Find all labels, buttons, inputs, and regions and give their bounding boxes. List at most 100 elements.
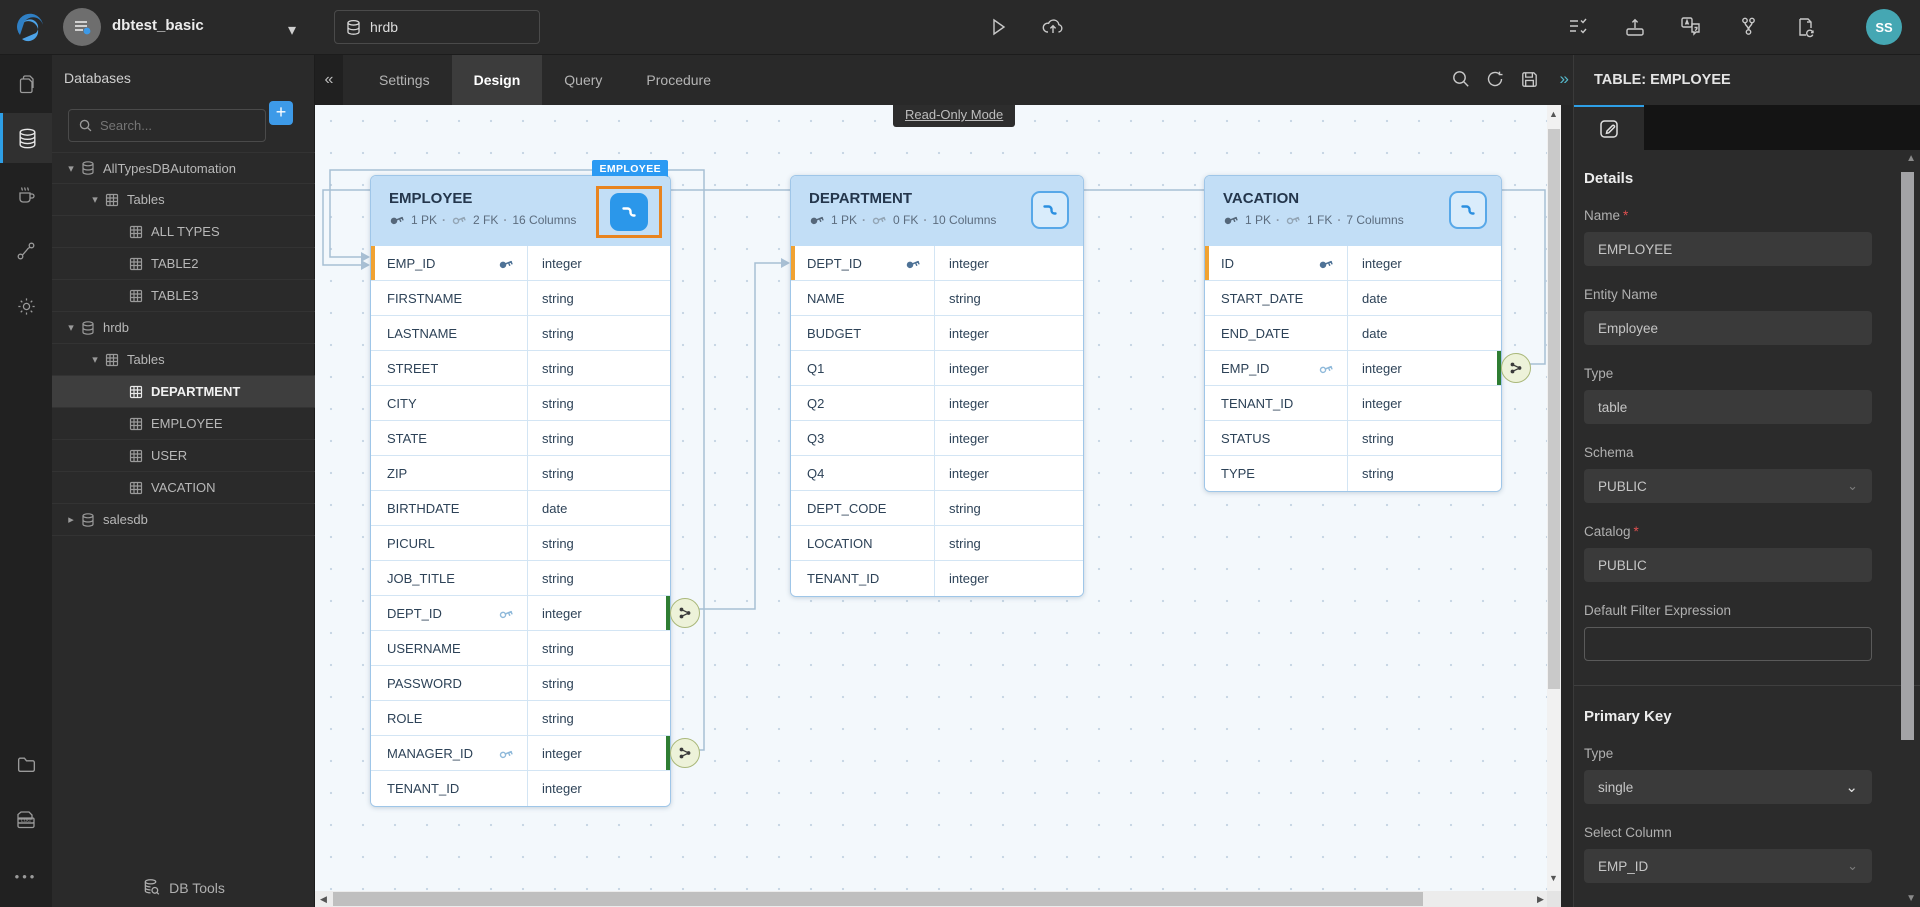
column-row-q2[interactable]: Q2 integer	[791, 386, 1083, 421]
column-row-birthdate[interactable]: BIRTHDATE date	[371, 491, 670, 526]
workspace-chevron-down-icon[interactable]: ▾	[288, 20, 296, 40]
name-field[interactable]	[1584, 232, 1872, 266]
cloud-upload-icon[interactable]	[1038, 12, 1068, 42]
rail-overflow-icon[interactable]: •••	[0, 851, 52, 901]
schema-select[interactable]: PUBLIC ⌄	[1584, 469, 1872, 503]
column-row-zip[interactable]: ZIP string	[371, 456, 670, 491]
column-row-tenant_id[interactable]: TENANT_ID integer	[371, 771, 670, 806]
rail-flows-icon[interactable]	[0, 226, 52, 276]
app-logo-icon[interactable]	[10, 9, 48, 47]
entity-name-field[interactable]	[1584, 311, 1872, 345]
tree-item-all-types[interactable]: ALL TYPES	[52, 216, 315, 248]
column-row-start_date[interactable]: START_DATE date	[1205, 281, 1501, 316]
tree-item-user[interactable]: USER	[52, 440, 315, 472]
entity-card-vacation[interactable]: VACATION 1 PK · 1 FK · 7 Columns ID inte…	[1204, 175, 1502, 492]
entity-card-department[interactable]: DEPARTMENT 1 PK · 0 FK · 10 Columns DEPT…	[790, 175, 1084, 597]
column-row-role[interactable]: ROLE string	[371, 701, 670, 736]
column-row-tenant_id[interactable]: TENANT_ID integer	[791, 561, 1083, 596]
task-list-icon[interactable]	[1563, 12, 1593, 42]
search-input[interactable]	[100, 118, 250, 133]
tree-expander-icon[interactable]: ▾	[86, 193, 104, 206]
pk-type-select[interactable]: single ⌄	[1584, 770, 1872, 804]
column-row-tenant_id[interactable]: TENANT_ID integer	[1205, 386, 1501, 421]
tree-item-salesdb[interactable]: ▸salesdb	[52, 504, 315, 536]
tree-expander-icon[interactable]: ▾	[86, 353, 104, 366]
relations-toggle-button[interactable]	[1449, 191, 1487, 229]
tree-expander-icon[interactable]: ▾	[62, 321, 80, 334]
column-row-dept_code[interactable]: DEPT_CODE string	[791, 491, 1083, 526]
rail-databases-icon[interactable]	[0, 113, 52, 163]
tab-procedure[interactable]: Procedure	[624, 55, 733, 105]
er-diagram-canvas[interactable]: Read-Only Mode EMPLOYEE EMPLOYEE 1 PK · …	[315, 105, 1561, 891]
column-row-status[interactable]: STATUS string	[1205, 421, 1501, 456]
filter-expression-field[interactable]	[1584, 627, 1872, 661]
workspace-name[interactable]: dbtest_basic	[112, 17, 204, 34]
column-row-q1[interactable]: Q1 integer	[791, 351, 1083, 386]
rail-settings-gear-icon[interactable]	[0, 281, 52, 331]
column-row-lastname[interactable]: LASTNAME string	[371, 316, 670, 351]
workspace-avatar[interactable]	[63, 8, 101, 46]
entity-header[interactable]: EMPLOYEE 1 PK · 2 FK · 16 Columns	[371, 176, 670, 246]
column-row-manager_id[interactable]: MANAGER_ID integer	[371, 736, 670, 771]
expand-panel-button[interactable]: »	[1560, 69, 1569, 89]
tree-item-tables[interactable]: ▾Tables	[52, 344, 315, 376]
column-row-job_title[interactable]: JOB_TITLE string	[371, 561, 670, 596]
inspector-scrollbar[interactable]	[1901, 162, 1914, 898]
rail-sql-console-icon[interactable]	[0, 170, 52, 220]
driver-upload-icon[interactable]	[1620, 12, 1650, 42]
relations-toggle-button[interactable]	[610, 193, 648, 231]
column-row-budget[interactable]: BUDGET integer	[791, 316, 1083, 351]
catalog-field[interactable]	[1584, 548, 1872, 582]
refresh-icon[interactable]	[1481, 65, 1509, 93]
connection-selector[interactable]: hrdb	[334, 10, 540, 44]
column-row-password[interactable]: PASSWORD string	[371, 666, 670, 701]
column-row-city[interactable]: CITY string	[371, 386, 670, 421]
column-row-firstname[interactable]: FIRSTNAME string	[371, 281, 670, 316]
column-row-emp_id[interactable]: EMP_ID integer	[1205, 351, 1501, 386]
add-connection-button[interactable]: +	[269, 101, 293, 125]
tree-item-hrdb[interactable]: ▾hrdb	[52, 312, 315, 344]
collapse-sidebar-button[interactable]: «	[315, 55, 343, 105]
tree-search-box[interactable]	[68, 109, 266, 142]
rail-log-icon[interactable]: LOG	[0, 795, 52, 845]
relation-connector-badge[interactable]	[670, 598, 700, 628]
column-row-username[interactable]: USERNAME string	[371, 631, 670, 666]
diagram-search-icon[interactable]	[1447, 65, 1475, 93]
column-row-emp_id[interactable]: EMP_ID integer	[371, 246, 670, 281]
inspector-scroll-thumb[interactable]	[1901, 172, 1914, 740]
share-nodes-icon[interactable]	[1733, 12, 1763, 42]
relation-connector-badge[interactable]	[670, 738, 700, 768]
entity-header[interactable]: DEPARTMENT 1 PK · 0 FK · 10 Columns	[791, 176, 1083, 246]
column-row-type[interactable]: TYPE string	[1205, 456, 1501, 491]
tree-item-table2[interactable]: TABLE2	[52, 248, 315, 280]
page-refresh-icon[interactable]	[1790, 12, 1820, 42]
column-row-street[interactable]: STREET string	[371, 351, 670, 386]
canvas-horizontal-scrollbar[interactable]: ◀ ▶	[315, 891, 1561, 907]
entity-header[interactable]: VACATION 1 PK · 1 FK · 7 Columns	[1205, 176, 1501, 246]
relation-connector-badge[interactable]	[1501, 353, 1531, 383]
column-row-location[interactable]: LOCATION string	[791, 526, 1083, 561]
column-row-picurl[interactable]: PICURL string	[371, 526, 670, 561]
select-column-select[interactable]: EMP_ID ⌄	[1584, 849, 1872, 883]
tree-expander-icon[interactable]: ▾	[62, 162, 80, 175]
column-row-end_date[interactable]: END_DATE date	[1205, 316, 1501, 351]
tree-item-vacation[interactable]: VACATION	[52, 472, 315, 504]
horizontal-scroll-thumb[interactable]	[333, 892, 1423, 906]
edit-table-tab[interactable]	[1574, 105, 1644, 150]
column-row-state[interactable]: STATE string	[371, 421, 670, 456]
entity-card-employee[interactable]: EMPLOYEE EMPLOYEE 1 PK · 2 FK · 16 Colum…	[370, 175, 671, 807]
tab-design[interactable]: Design	[452, 55, 543, 105]
save-icon[interactable]	[1515, 65, 1543, 93]
tab-settings[interactable]: Settings	[357, 55, 452, 105]
column-row-dept_id[interactable]: DEPT_ID integer	[791, 246, 1083, 281]
tree-expander-icon[interactable]: ▸	[62, 513, 80, 526]
column-row-name[interactable]: NAME string	[791, 281, 1083, 316]
tree-item-employee[interactable]: EMPLOYEE	[52, 408, 315, 440]
tree-item-alltypesdbautomation[interactable]: ▾AllTypesDBAutomation	[52, 152, 315, 184]
tree-item-department[interactable]: DEPARTMENT	[52, 376, 315, 408]
rail-projects-icon[interactable]	[0, 60, 52, 110]
db-tools-button[interactable]: DB Tools	[52, 878, 315, 897]
relations-toggle-button[interactable]	[1031, 191, 1069, 229]
column-row-id[interactable]: ID integer	[1205, 246, 1501, 281]
column-row-q4[interactable]: Q4 integer	[791, 456, 1083, 491]
